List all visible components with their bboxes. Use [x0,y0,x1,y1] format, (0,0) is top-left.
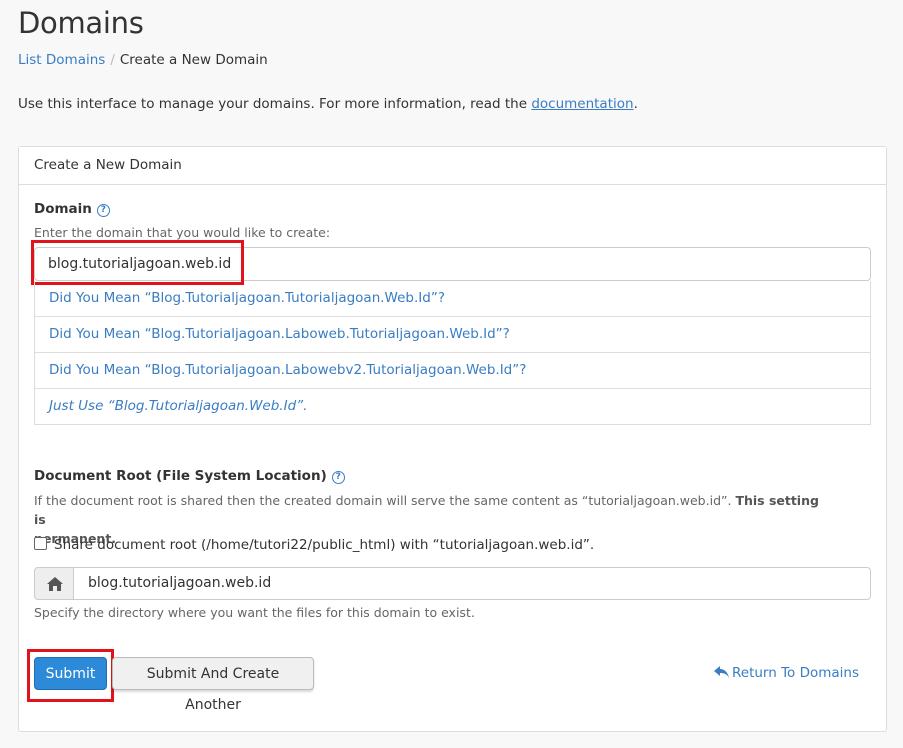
panel-heading: Create a New Domain [19,147,886,185]
docroot-help-icon[interactable]: ? [331,471,345,484]
docroot-label: Document Root (File System Location)? [34,468,345,484]
domain-help-text: Enter the domain that you would like to … [34,225,331,240]
page-title: Domains [18,6,144,40]
docroot-input-group: blog.tutorialjagoan.web.id [34,567,871,600]
home-icon [47,577,63,591]
domain-suggestion-just-use[interactable]: Just Use “Blog.Tutorialjagoan.Web.Id”. [35,388,870,424]
domain-suggestions-list: Did You Mean “Blog.Tutorialjagoan.Tutori… [34,281,871,425]
intro-text-body: Use this interface to manage your domain… [18,96,532,112]
docroot-help-body: If the document root is shared then the … [34,493,736,508]
domain-label-text: Domain [34,201,92,217]
domain-help-icon[interactable]: ? [96,204,110,217]
docroot-hint: Specify the directory where you want the… [34,605,475,620]
submit-button[interactable]: Submit [34,657,107,690]
share-docroot-row: Share document root (/home/tutori22/publ… [34,537,594,553]
domain-input[interactable]: blog.tutorialjagoan.web.id [34,247,871,281]
breadcrumb-list-domains-link[interactable]: List Domains [18,52,105,68]
docroot-label-text: Document Root (File System Location) [34,468,327,484]
breadcrumb-current: Create a New Domain [119,52,268,68]
share-docroot-label[interactable]: Share document root (/home/tutori22/publ… [54,537,594,553]
domain-suggestion[interactable]: Did You Mean “Blog.Tutorialjagoan.Tutori… [35,281,870,316]
intro-text: Use this interface to manage your domain… [18,96,638,112]
documentation-link[interactable]: documentation [531,96,633,112]
submit-and-create-another-button[interactable]: Submit And Create Another [112,657,314,713]
domain-label: Domain? [34,201,110,217]
share-docroot-checkbox[interactable] [34,537,47,550]
intro-text-suffix: . [633,96,638,112]
create-domain-panel: Create a New Domain Domain? Enter the do… [18,146,887,732]
return-arrow-icon [713,666,729,678]
return-to-domains-link[interactable]: Return To Domains [713,665,859,681]
breadcrumb: List Domains / Create a New Domain [18,52,268,68]
domain-suggestion[interactable]: Did You Mean “Blog.Tutorialjagoan.Labowe… [35,316,870,352]
domain-suggestion[interactable]: Did You Mean “Blog.Tutorialjagoan.Labowe… [35,352,870,388]
docroot-addon [34,567,74,600]
docroot-input[interactable]: blog.tutorialjagoan.web.id [74,567,871,600]
breadcrumb-separator: / [110,52,115,68]
return-to-domains-label: Return To Domains [731,665,859,681]
